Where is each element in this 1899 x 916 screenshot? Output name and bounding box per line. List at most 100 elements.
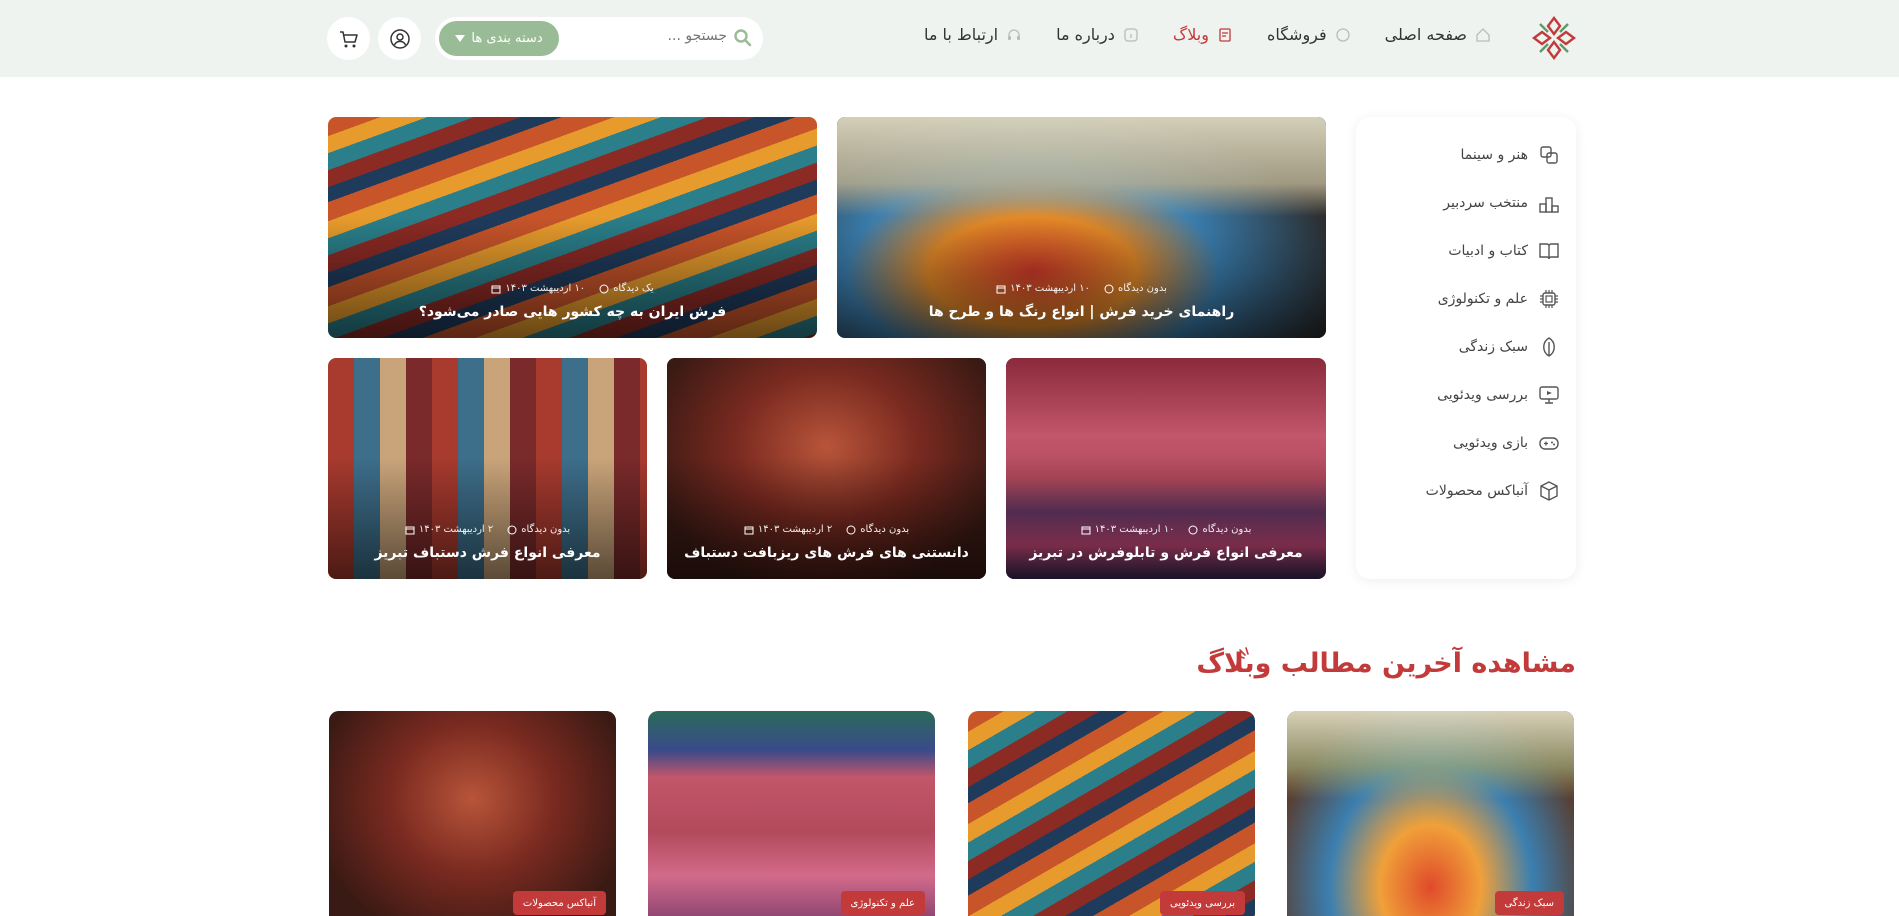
- headset-icon: [1008, 28, 1021, 40]
- latest-post-card[interactable]: بررسی ویدئویی: [968, 711, 1255, 916]
- post-meta: ۲ اردیبهشت ۱۴۰۳ بدون دیدگاه: [667, 524, 986, 535]
- featured-post-card[interactable]: ۱۰ اردیبهشت ۱۴۰۳ یک دیدگاه فرش ایران به …: [328, 117, 817, 338]
- cart-icon: [339, 30, 358, 47]
- info-icon: [1124, 27, 1138, 42]
- category-dropdown-button[interactable]: دسته بندی ها: [439, 21, 559, 56]
- calendar-icon: [491, 285, 501, 293]
- post-date: ۲ اردیبهشت ۱۴۰۳: [405, 524, 493, 535]
- post-comments: بدون دیدگاه: [846, 524, 909, 535]
- search-bar: دسته بندی ها: [435, 17, 763, 60]
- sidebar-item-label: آنباکس محصولات: [1425, 483, 1528, 499]
- sidebar-item-label: کتاب و ادبیات: [1448, 243, 1528, 259]
- shop-icon: [1336, 27, 1350, 42]
- nav-blog-label: وبلاگ: [1172, 25, 1209, 44]
- book-icon: [1539, 243, 1559, 260]
- sidebar-item-video-review[interactable]: بررسی ویدئویی: [1437, 384, 1560, 406]
- comment-icon: [846, 525, 856, 534]
- calendar-icon: [744, 526, 754, 534]
- nav-home-label: صفحه اصلی: [1384, 25, 1467, 44]
- search-icon[interactable]: [733, 28, 753, 48]
- sidebar-item-lifestyle[interactable]: سبک زندگی: [1459, 336, 1560, 358]
- site-logo[interactable]: [1530, 14, 1578, 62]
- post-thumbnail: [968, 711, 1255, 916]
- video-review-icon: [1539, 386, 1559, 404]
- post-title[interactable]: دانستنی های فرش های ریزبافت دستباف: [667, 545, 986, 561]
- comment-icon: [1104, 284, 1114, 293]
- post-meta: ۱۰ اردیبهشت ۱۴۰۳ بدون دیدگاه: [837, 283, 1326, 294]
- latest-post-card[interactable]: آنباکس محصولات: [329, 711, 616, 916]
- post-category-badge[interactable]: آنباکس محصولات: [512, 891, 606, 915]
- sidebar-item-label: علم و تکنولوژی: [1437, 291, 1528, 307]
- sidebar-item-books[interactable]: کتاب و ادبیات: [1448, 240, 1560, 262]
- latest-posts-heading: مشاهده آخرین مطالب وبلاگ: [1196, 648, 1576, 679]
- leaf-icon: [1543, 337, 1555, 357]
- category-button-label: دسته بندی ها: [471, 31, 543, 46]
- post-category-badge[interactable]: بررسی ویدئویی: [1160, 891, 1245, 915]
- post-title[interactable]: معرفی انواع فرش دستباف تبریز: [328, 545, 647, 561]
- nav-contact-label: ارتباط با ما: [924, 25, 999, 44]
- chip-icon: [1540, 290, 1558, 308]
- post-thumbnail: [1287, 711, 1574, 916]
- editor-pick-icon: [1539, 197, 1559, 213]
- post-title[interactable]: راهنمای خرید فرش | انواع رنگ ها و طرح ها: [837, 304, 1326, 320]
- cart-button[interactable]: [327, 17, 370, 60]
- featured-post-card[interactable]: ۲ اردیبهشت ۱۴۰۳ بدون دیدگاه دانستنی های …: [667, 358, 986, 579]
- account-button[interactable]: [378, 17, 421, 60]
- post-title[interactable]: فرش ایران به چه کشور هایی صادر می‌شود؟: [328, 304, 817, 320]
- gamepad-icon: [1539, 437, 1559, 450]
- comment-icon: [1188, 525, 1198, 534]
- nav-home[interactable]: صفحه اصلی: [1385, 25, 1491, 44]
- box-icon: [1540, 481, 1558, 501]
- site-header: صفحه اصلی فروشگاه وبلاگ درباره ما ارتباط…: [0, 0, 1899, 77]
- post-comments: یک دیدگاه: [599, 283, 654, 294]
- home-icon: [1476, 27, 1490, 42]
- post-date: ۲ اردیبهشت ۱۴۰۳: [744, 524, 832, 535]
- nav-about-label: درباره ما: [1056, 25, 1115, 44]
- art-icon: [1540, 146, 1558, 164]
- comment-icon: [599, 284, 609, 293]
- search-input[interactable]: [567, 28, 727, 44]
- post-thumbnail: [648, 711, 935, 916]
- post-category-badge[interactable]: سبک زندگی: [1494, 891, 1564, 915]
- sidebar-item-label: منتخب سردبیر: [1443, 195, 1528, 211]
- calendar-icon: [1081, 526, 1091, 534]
- sidebar-item-label: هنر و سینما: [1460, 147, 1528, 163]
- caret-down-icon: [455, 34, 466, 42]
- sidebar-item-art[interactable]: هنر و سینما: [1460, 144, 1560, 166]
- nav-about[interactable]: درباره ما: [1056, 25, 1139, 44]
- sidebar-item-unbox[interactable]: آنباکس محصولات: [1426, 480, 1560, 502]
- post-title[interactable]: معرفی انواع فرش و تابلوفرش در تبریز: [1006, 545, 1326, 561]
- main-nav: صفحه اصلی فروشگاه وبلاگ درباره ما ارتباط…: [890, 25, 1491, 44]
- featured-post-card[interactable]: ۲ اردیبهشت ۱۴۰۳ بدون دیدگاه معرفی انواع …: [328, 358, 647, 579]
- post-meta: ۱۰ اردیبهشت ۱۴۰۳ یک دیدگاه: [328, 283, 817, 294]
- comment-icon: [507, 525, 517, 534]
- post-date: ۱۰ اردیبهشت ۱۴۰۳: [1081, 524, 1174, 535]
- latest-post-card[interactable]: سبک زندگی: [1287, 711, 1574, 916]
- sidebar-item-label: سبک زندگی: [1458, 339, 1528, 355]
- nav-blog[interactable]: وبلاگ: [1173, 25, 1233, 44]
- nav-contact[interactable]: ارتباط با ما: [924, 25, 1022, 44]
- nav-shop[interactable]: فروشگاه: [1267, 25, 1351, 44]
- calendar-icon: [405, 526, 415, 534]
- post-comments: بدون دیدگاه: [1188, 524, 1251, 535]
- post-comments: بدون دیدگاه: [1104, 283, 1167, 294]
- latest-post-card[interactable]: علم و تکنولوژی: [648, 711, 935, 916]
- sidebar-item-video-games[interactable]: بازی ویدئویی: [1453, 432, 1560, 454]
- post-date: ۱۰ اردیبهشت ۱۴۰۳: [996, 283, 1090, 294]
- sidebar-item-science[interactable]: علم و تکنولوژی: [1438, 288, 1560, 310]
- featured-post-card[interactable]: ۱۰ اردیبهشت ۱۴۰۳ بدون دیدگاه راهنمای خری…: [837, 117, 1326, 338]
- post-comments: بدون دیدگاه: [507, 524, 570, 535]
- post-category-badge[interactable]: علم و تکنولوژی: [840, 891, 925, 915]
- post-thumbnail: [329, 711, 616, 916]
- sidebar-item-editor-pick[interactable]: منتخب سردبیر: [1443, 192, 1560, 214]
- featured-post-card[interactable]: ۱۰ اردیبهشت ۱۴۰۳ بدون دیدگاه معرفی انواع…: [1006, 358, 1326, 579]
- user-icon: [389, 28, 410, 49]
- post-date: ۱۰ اردیبهشت ۱۴۰۳: [491, 283, 585, 294]
- blog-icon: [1219, 27, 1231, 42]
- sidebar-item-label: بازی ویدئویی: [1452, 435, 1528, 451]
- sidebar-item-label: بررسی ویدئویی: [1437, 387, 1528, 403]
- nav-shop-label: فروشگاه: [1266, 25, 1327, 44]
- category-sidebar: هنر و سینما منتخب سردبیر کتاب و ادبیات ع…: [1356, 117, 1576, 579]
- post-meta: ۲ اردیبهشت ۱۴۰۳ بدون دیدگاه: [328, 524, 647, 535]
- calendar-icon: [996, 285, 1006, 293]
